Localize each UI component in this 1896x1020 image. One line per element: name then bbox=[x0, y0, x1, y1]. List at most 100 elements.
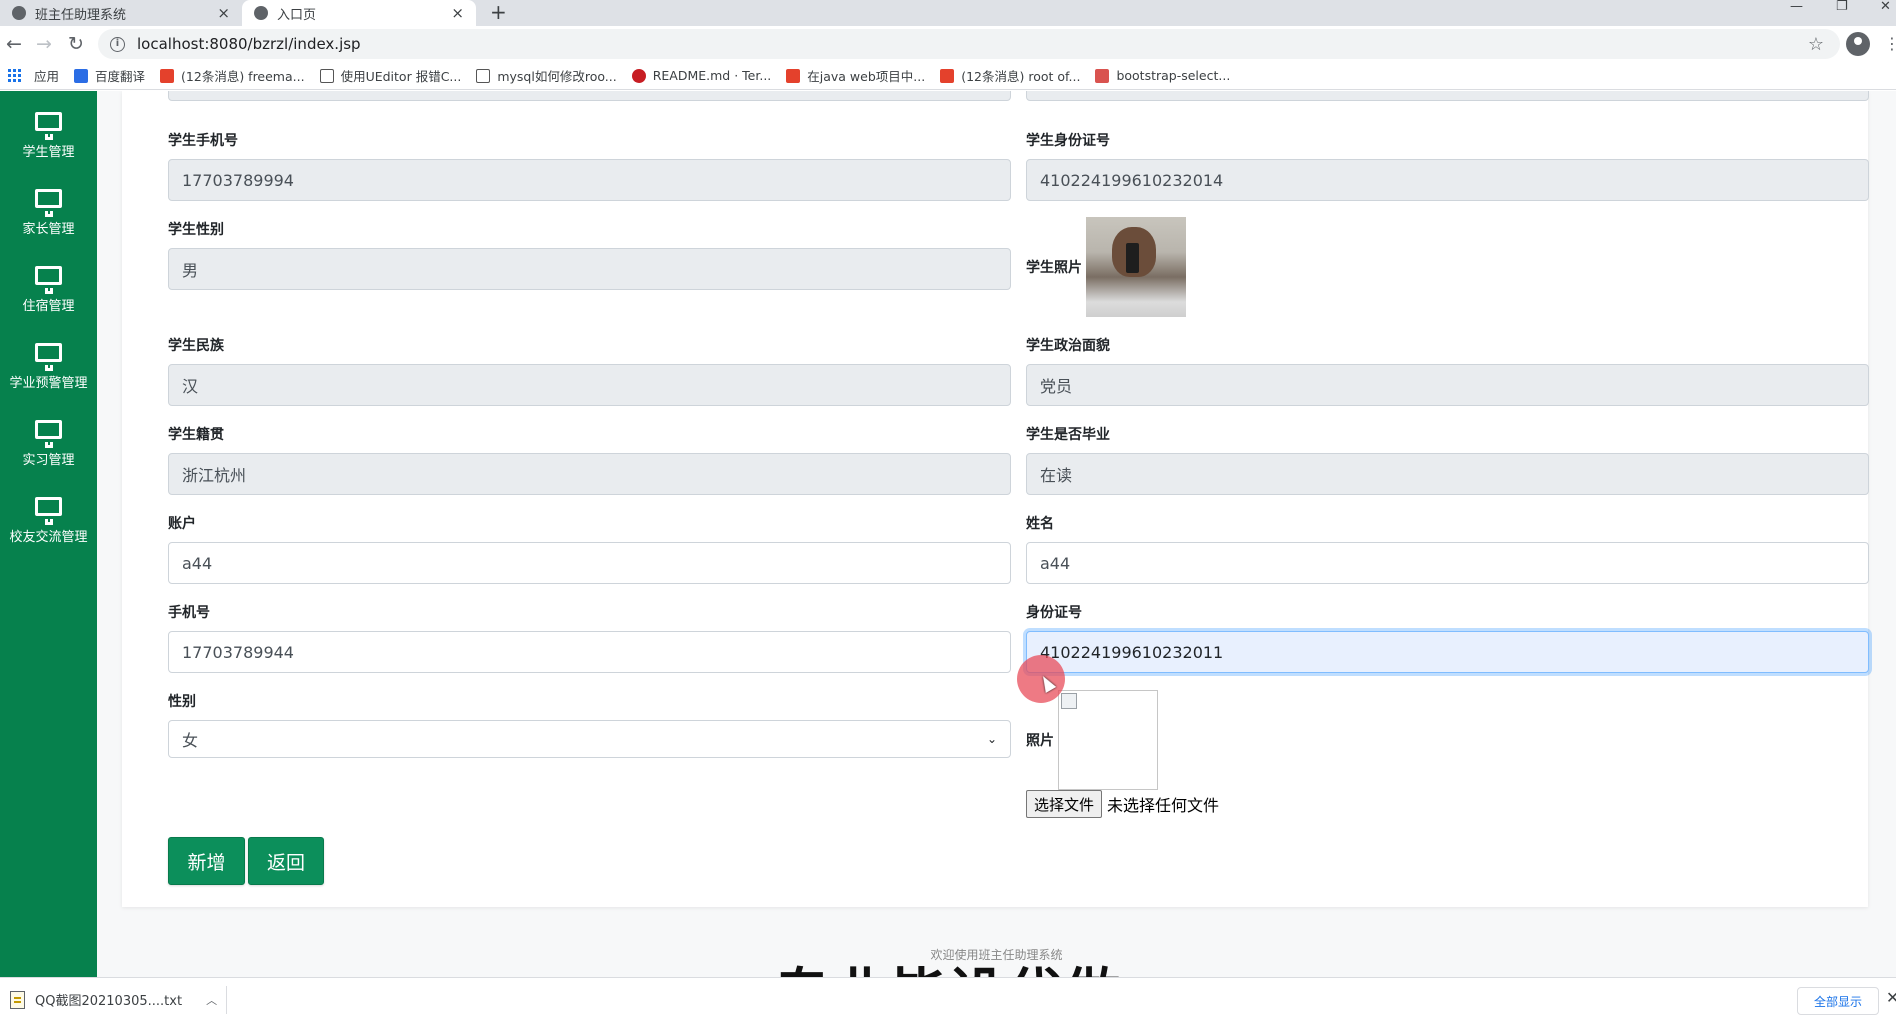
chevron-up-icon[interactable]: ︿ bbox=[206, 992, 217, 1008]
gender-group: 性别 女 ⌄ bbox=[168, 692, 1011, 758]
sidebar-item-students[interactable]: 学生管理 bbox=[0, 91, 97, 168]
link-icon bbox=[476, 68, 491, 83]
browser-toolbar: ← → ↻ i localhost:8080/bzrzl/index.jsp ☆… bbox=[0, 26, 1896, 62]
link-icon bbox=[319, 68, 334, 83]
monitor-icon bbox=[35, 266, 62, 294]
field-label: 照片 bbox=[1026, 733, 1054, 749]
bookmark-star-icon[interactable]: ☆ bbox=[1808, 34, 1824, 55]
id-card-group: 身份证号 410224199610232011 bbox=[1026, 603, 1869, 673]
window-close-icon[interactable]: ✕ bbox=[1880, 0, 1891, 18]
download-filename: QQ截图20210305....txt bbox=[35, 994, 183, 1009]
tab-close-icon[interactable]: × bbox=[451, 4, 464, 22]
bookmark-label: 应用 bbox=[34, 69, 60, 84]
sidebar-item-internships[interactable]: 实习管理 bbox=[0, 399, 97, 476]
bookmark-item[interactable]: (12条消息) freema... bbox=[160, 66, 305, 85]
translate-icon bbox=[74, 68, 89, 83]
close-icon[interactable]: ✕ bbox=[1886, 988, 1896, 1007]
bookmarks-bar: 应用 百度翻译 (12条消息) freema... 使用UEditor 报错C.… bbox=[0, 62, 1896, 90]
bookmark-item[interactable]: bootstrap-select... bbox=[1095, 68, 1230, 83]
bookmark-label: (12条消息) freema... bbox=[181, 69, 305, 84]
restore-icon[interactable]: ❐ bbox=[1836, 0, 1848, 18]
csdn-icon bbox=[786, 68, 801, 83]
bookmark-label: 在java web项目中... bbox=[807, 69, 926, 84]
sidebar-item-label: 实习管理 bbox=[22, 453, 75, 468]
field-label: 学生照片 bbox=[1026, 260, 1082, 276]
student-political-group: 学生政治面貌 党员 bbox=[1026, 336, 1869, 406]
id-card-input[interactable]: 410224199610232011 bbox=[1026, 631, 1869, 673]
profile-avatar-icon[interactable] bbox=[1846, 32, 1870, 56]
field-label: 学生手机号 bbox=[168, 133, 238, 149]
bookmark-item[interactable]: 百度翻译 bbox=[74, 66, 145, 85]
field-label: 手机号 bbox=[168, 605, 210, 621]
field-label: 学生是否毕业 bbox=[1026, 427, 1110, 443]
bookmark-apps[interactable]: 应用 bbox=[8, 66, 59, 85]
tab-title: 入口页 bbox=[277, 7, 317, 23]
bookmark-label: 百度翻译 bbox=[95, 69, 146, 84]
student-phone-group: 学生手机号 17703789994 bbox=[168, 131, 1011, 201]
url-text: localhost:8080/bzrzl/index.jsp bbox=[137, 35, 361, 53]
bookmark-item[interactable]: mysql如何修改roo... bbox=[476, 66, 617, 85]
chevron-down-icon: ⌄ bbox=[986, 732, 997, 746]
bookmark-item[interactable]: (12条消息) root of... bbox=[940, 66, 1080, 85]
sidebar-item-label: 家长管理 bbox=[22, 222, 75, 237]
browser-tab-1[interactable]: 班主任助理系统 × bbox=[0, 0, 242, 26]
bookmark-item[interactable]: 使用UEditor 报错C... bbox=[319, 66, 461, 85]
gitee-icon bbox=[631, 68, 646, 83]
new-tab-button[interactable]: + bbox=[490, 0, 507, 26]
student-graduated-field: 在读 bbox=[1026, 453, 1869, 495]
account-input[interactable]: a44 bbox=[168, 542, 1011, 584]
student-ethnicity-group: 学生民族 汉 bbox=[168, 336, 1011, 406]
choose-file-button[interactable]: 选择文件 bbox=[1026, 790, 1103, 818]
photo-group: 照片 bbox=[1026, 690, 1158, 790]
bookmark-item[interactable]: 在java web项目中... bbox=[786, 66, 925, 85]
download-item[interactable]: QQ截图20210305....txt ︿ bbox=[10, 990, 217, 1009]
address-bar[interactable]: i localhost:8080/bzrzl/index.jsp ☆ bbox=[98, 29, 1840, 59]
student-id-card-field: 410224199610232014 bbox=[1026, 159, 1869, 201]
student-gender-field: 男 bbox=[168, 248, 1011, 290]
back-button[interactable]: 返回 bbox=[248, 837, 324, 885]
back-arrow-icon[interactable]: ← bbox=[6, 33, 22, 55]
add-button[interactable]: 新增 bbox=[168, 837, 245, 885]
text-file-icon bbox=[10, 990, 25, 1009]
sidebar-item-label: 校友交流管理 bbox=[9, 530, 88, 545]
bookmark-label: mysql如何修改roo... bbox=[497, 69, 617, 84]
student-gender-group: 学生性别 男 bbox=[168, 220, 1011, 290]
form-card: 学生手机号 17703789994 学生身份证号 410224199610232… bbox=[122, 91, 1869, 907]
gender-select[interactable]: 女 ⌄ bbox=[168, 720, 1011, 758]
monitor-icon bbox=[35, 497, 62, 525]
reload-icon[interactable]: ↻ bbox=[68, 33, 84, 55]
sidebar-item-dorms[interactable]: 住宿管理 bbox=[0, 245, 97, 322]
divider bbox=[226, 986, 227, 1014]
student-hometown-field: 浙江杭州 bbox=[168, 453, 1011, 495]
monitor-icon bbox=[35, 112, 62, 140]
scrolled-field-top bbox=[168, 91, 1011, 101]
sidebar-item-academic-warning[interactable]: 学业预警管理 bbox=[0, 322, 97, 399]
bookmark-item[interactable]: README.md · Ter... bbox=[631, 68, 772, 83]
tab-title: 班主任助理系统 bbox=[35, 7, 127, 23]
bookmark-label: bootstrap-select... bbox=[1116, 68, 1231, 83]
bookmark-label: README.md · Ter... bbox=[652, 68, 772, 83]
sidebar-item-alumni[interactable]: 校友交流管理 bbox=[0, 476, 97, 553]
student-id-card-group: 学生身份证号 410224199610232014 bbox=[1026, 131, 1869, 201]
sidebar-item-label: 学生管理 bbox=[22, 145, 75, 160]
name-input[interactable]: a44 bbox=[1026, 542, 1869, 584]
student-photo-image bbox=[1086, 217, 1186, 317]
field-label: 学生籍贯 bbox=[168, 427, 224, 443]
show-all-button[interactable]: 全部显示 bbox=[1797, 987, 1879, 1015]
phone-input[interactable]: 17703789944 bbox=[168, 631, 1011, 673]
browser-tab-2[interactable]: 入口页 × bbox=[242, 0, 476, 26]
jianshu-icon bbox=[1095, 68, 1110, 83]
tab-close-icon[interactable]: × bbox=[217, 4, 230, 22]
forward-arrow-icon[interactable]: → bbox=[36, 33, 52, 55]
menu-kebab-icon[interactable]: ⋮ bbox=[1884, 34, 1896, 53]
field-label: 身份证号 bbox=[1026, 605, 1082, 621]
minimize-icon[interactable]: — bbox=[1790, 0, 1803, 18]
sidebar-item-parents[interactable]: 家长管理 bbox=[0, 168, 97, 245]
globe-icon bbox=[12, 6, 26, 20]
browser-tab-strip: 班主任助理系统 × 入口页 × + — ❐ ✕ bbox=[0, 0, 1896, 26]
name-group: 姓名 a44 bbox=[1026, 514, 1869, 584]
apps-grid-icon bbox=[8, 68, 22, 83]
site-info-icon[interactable]: i bbox=[110, 36, 125, 52]
field-label: 学生身份证号 bbox=[1026, 133, 1110, 149]
field-label: 学生政治面貌 bbox=[1026, 338, 1110, 354]
